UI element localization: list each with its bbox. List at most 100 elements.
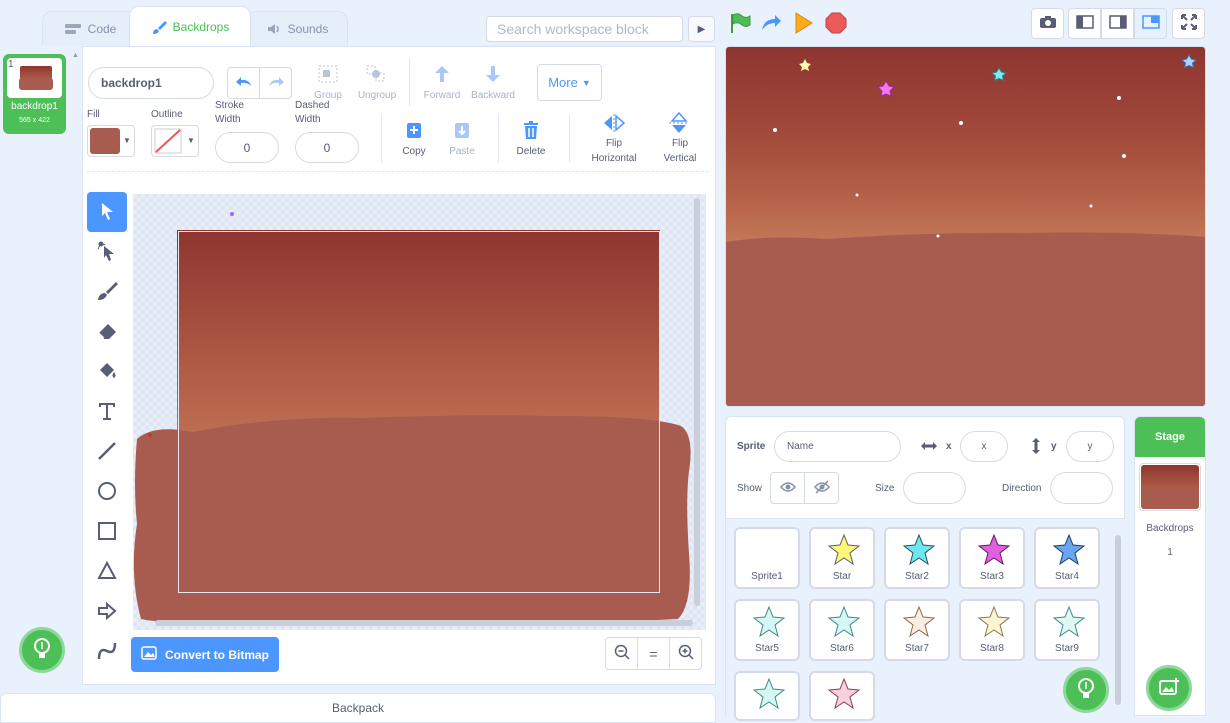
circle-icon: [97, 481, 117, 504]
line-tool[interactable]: [87, 432, 127, 472]
show-hidden-button[interactable]: [804, 472, 839, 504]
eraser-tool[interactable]: [87, 312, 127, 352]
stage-ground: [726, 232, 1205, 406]
size-input[interactable]: [903, 472, 966, 504]
triangle-tool[interactable]: [87, 552, 127, 592]
backpack-label: Backpack: [331, 701, 385, 715]
canvas-scrollbar-horizontal[interactable]: [155, 620, 693, 626]
canvas-drawing: [133, 212, 691, 626]
select-tool[interactable]: [87, 192, 127, 232]
zoom-out-button[interactable]: [605, 637, 638, 670]
x-input[interactable]: x: [960, 431, 1008, 462]
flip-horizontal-icon: [603, 114, 626, 135]
paste-button[interactable]: Paste: [444, 118, 480, 160]
add-backdrop-button[interactable]: [19, 627, 65, 673]
sprite-list-scrollbar[interactable]: [1115, 535, 1121, 705]
search-input[interactable]: Search workspace block: [486, 16, 683, 42]
stage-canvas[interactable]: [725, 46, 1206, 407]
add-sprite-button[interactable]: [1063, 667, 1109, 713]
sprite-name: Star3: [980, 571, 1004, 582]
small-stage-button[interactable]: [1068, 8, 1101, 39]
convert-to-bitmap-button[interactable]: Convert to Bitmap: [131, 637, 279, 672]
green-flag-icon[interactable]: [729, 12, 751, 37]
add-backdrop-stage-button[interactable]: [1146, 665, 1192, 711]
more-button[interactable]: More ▼: [537, 64, 602, 101]
backpack[interactable]: Backpack: [0, 693, 716, 723]
fill-tool[interactable]: [87, 352, 127, 392]
sprite-tile-star2[interactable]: Star2: [884, 527, 950, 589]
search-next-button[interactable]: ▶: [688, 16, 715, 42]
paint-canvas[interactable]: [133, 194, 706, 630]
ungroup-button[interactable]: Ungroup: [356, 62, 398, 102]
outline-color-picker[interactable]: ▼: [151, 125, 199, 157]
show-visible-button[interactable]: [770, 472, 805, 504]
backward-button[interactable]: Backward: [470, 62, 516, 102]
backdrops-label: Backdrops: [1146, 523, 1194, 534]
sprite-name-input[interactable]: Name: [774, 431, 901, 462]
stop-icon[interactable]: [825, 12, 847, 37]
undo-button[interactable]: [227, 67, 260, 99]
copy-button[interactable]: Copy: [397, 118, 431, 160]
zoom-in-icon: [678, 644, 694, 663]
stage-star-cyan: [990, 67, 1008, 82]
flip-horizontal-button[interactable]: Flip Horizontal: [586, 112, 642, 164]
rectangle-tool[interactable]: [87, 512, 127, 552]
fullscreen-button[interactable]: [1172, 8, 1205, 39]
star-mint-icon: [752, 677, 786, 710]
play-icon[interactable]: [794, 12, 814, 37]
brush-tool[interactable]: [87, 272, 127, 312]
x-arrows-icon: [920, 440, 938, 455]
sprite-tile-star8[interactable]: Star8: [959, 599, 1025, 661]
tab-code[interactable]: Code: [42, 11, 138, 46]
star-cyan-icon: [902, 533, 936, 566]
costume-item-backdrop1[interactable]: 1 backdrop1 565 x 422: [3, 54, 66, 134]
stroke-width-label: Stroke Width: [215, 100, 244, 125]
costume-name-input[interactable]: backdrop1: [88, 67, 214, 99]
y-input[interactable]: y: [1066, 431, 1114, 462]
zoom-in-button[interactable]: [669, 637, 702, 670]
arrow-tool[interactable]: [87, 592, 127, 632]
costume-list-scrollbar[interactable]: ▲: [72, 52, 79, 59]
delete-button[interactable]: Delete: [512, 118, 550, 160]
ungroup-label: Ungroup: [357, 90, 397, 101]
circle-tool[interactable]: [87, 472, 127, 512]
sprite-tile-star[interactable]: Star: [809, 527, 875, 589]
normal-stage-button[interactable]: [1101, 8, 1134, 39]
sprite-tile-unnamed[interactable]: [809, 671, 875, 721]
zoom-reset-button[interactable]: =: [637, 637, 670, 670]
forward-button[interactable]: Forward: [421, 62, 463, 102]
sprite-tile-star7[interactable]: Star7: [884, 599, 950, 661]
flip-vertical-button[interactable]: Flip Vertical: [656, 111, 704, 164]
large-stage-button[interactable]: [1134, 8, 1167, 39]
tab-backdrops[interactable]: Backdrops: [129, 6, 251, 46]
ungroup-icon: [365, 64, 387, 87]
canvas-scrollbar-vertical[interactable]: [694, 198, 700, 606]
group-button[interactable]: Group: [312, 62, 344, 102]
sprite-tile-star3[interactable]: Star3: [959, 527, 1025, 589]
costume-name: backdrop1: [11, 101, 58, 112]
curve-tool[interactable]: [87, 632, 127, 672]
screenshot-button[interactable]: [1031, 8, 1064, 39]
fill-color-picker[interactable]: ▼: [87, 125, 135, 157]
backdrops-count: 1: [1167, 547, 1173, 558]
tab-code-label: Code: [87, 22, 117, 36]
direction-input[interactable]: [1050, 472, 1113, 504]
stroke-width-input[interactable]: 0: [215, 132, 279, 163]
sprite-tile-sprite1[interactable]: Sprite1: [734, 527, 800, 589]
redo-button[interactable]: [259, 67, 292, 99]
caret-down-icon: ▼: [581, 77, 591, 88]
image-icon: [141, 646, 157, 663]
sprite-tile-star9[interactable]: Star9: [1034, 599, 1100, 661]
sprite-tile-star4[interactable]: Star4: [1034, 527, 1100, 589]
sprite-tile-star6[interactable]: Star6: [809, 599, 875, 661]
size-label: Size: [875, 483, 895, 494]
tab-sounds[interactable]: Sounds: [246, 11, 348, 46]
stage-selector[interactable]: Stage Backdrops 1: [1134, 416, 1206, 716]
dashed-width-input[interactable]: 0: [295, 132, 359, 163]
sprite-tile-unnamed[interactable]: [734, 671, 800, 721]
turbo-arrow-icon[interactable]: [760, 13, 782, 36]
sprite-tile-star5[interactable]: Star5: [734, 599, 800, 661]
text-tool[interactable]: [87, 392, 127, 432]
reshape-tool[interactable]: [87, 232, 127, 272]
play-small-icon: ▶: [697, 23, 706, 35]
